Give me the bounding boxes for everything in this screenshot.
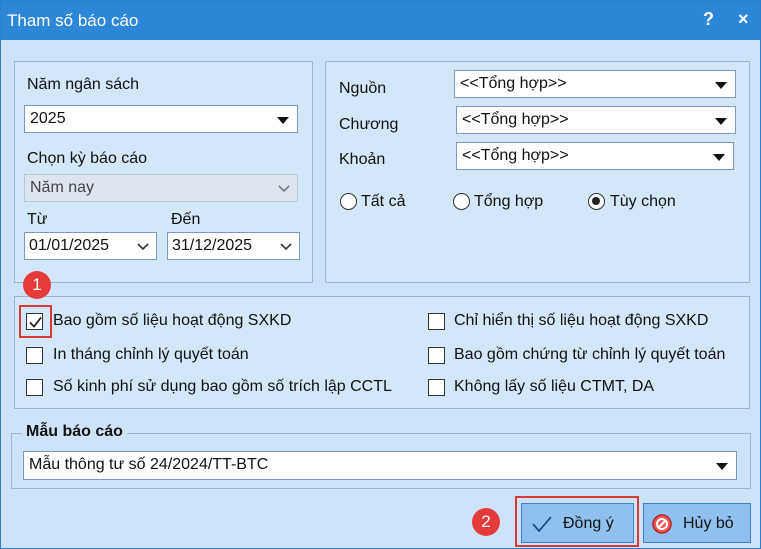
period-label: Chọn kỳ báo cáo (27, 150, 148, 167)
dropdown-caret-icon (277, 117, 289, 124)
report-parameters-dialog: Tham số báo cáo ? × Năm ngân sách 2025 C… (0, 0, 761, 549)
item-value: <<Tổng hợp>> (462, 147, 569, 164)
to-label: Đến (171, 211, 201, 228)
checkbox-adjustment-vouchers[interactable] (428, 347, 445, 364)
source-label: Nguồn (339, 80, 387, 97)
period-select[interactable]: Năm nay (24, 174, 298, 202)
option-label: Bao gồm chứng từ chỉnh lý quyết toán (454, 346, 726, 363)
radio-summary[interactable] (453, 193, 470, 210)
checkbox-exclude-ctmt[interactable] (428, 379, 445, 396)
source-value: <<Tổng hợp>> (460, 75, 567, 92)
highlight-box (19, 305, 52, 338)
option-label: Chỉ hiển thị số liệu hoạt động SXKD (454, 312, 709, 329)
close-icon[interactable]: × (738, 9, 749, 30)
from-date-input[interactable]: 01/01/2025 (24, 232, 157, 260)
step-badge: 1 (23, 271, 51, 299)
from-label: Từ (27, 211, 48, 228)
budget-year-value: 2025 (30, 110, 66, 127)
period-value: Năm nay (30, 179, 95, 196)
dropdown-caret-icon (715, 118, 727, 125)
option-label: Không lấy số liệu CTMT, DA (454, 378, 655, 395)
radio-all[interactable] (340, 193, 357, 210)
cancel-button[interactable]: Hủy bỏ (643, 503, 751, 543)
highlight-box (515, 496, 639, 547)
checkbox-adjustment-month[interactable] (26, 347, 43, 364)
chevron-down-icon[interactable] (136, 239, 150, 253)
checkbox-only-sxkd[interactable] (428, 313, 445, 330)
help-icon[interactable]: ? (703, 9, 714, 30)
dropdown-caret-icon (713, 154, 725, 161)
budget-year-select[interactable]: 2025 (24, 105, 298, 133)
item-label: Khoản (339, 151, 386, 168)
radio-all-label: Tất cả (361, 193, 406, 210)
step-badge: 2 (472, 508, 500, 536)
title-bar: Tham số báo cáo ? × (1, 1, 760, 40)
radio-custom-label: Tùy chọn (610, 193, 676, 210)
chapter-select[interactable]: <<Tổng hợp>> (456, 106, 736, 134)
cancel-icon (652, 514, 672, 534)
chevron-down-icon[interactable] (279, 239, 293, 253)
chapter-value: <<Tổng hợp>> (462, 111, 569, 128)
template-value: Mẫu thông tư số 24/2024/TT-BTC (29, 456, 269, 473)
option-label: Số kinh phí sử dụng bao gồm số trích lập… (53, 378, 392, 395)
source-select[interactable]: <<Tổng hợp>> (454, 70, 736, 98)
option-label: In tháng chỉnh lý quyết toán (53, 346, 249, 363)
budget-year-label: Năm ngân sách (27, 76, 140, 93)
dialog-title: Tham số báo cáo (7, 11, 139, 30)
radio-custom[interactable] (588, 193, 605, 210)
radio-summary-label: Tổng hợp (474, 193, 544, 210)
template-select[interactable]: Mẫu thông tư số 24/2024/TT-BTC (23, 451, 737, 480)
to-date-input[interactable]: 31/12/2025 (167, 232, 300, 260)
cancel-button-label: Hủy bỏ (683, 515, 734, 532)
from-date-value: 01/01/2025 (29, 237, 110, 254)
option-label: Bao gồm số liệu hoạt động SXKD (53, 312, 292, 329)
dropdown-caret-icon (715, 82, 727, 89)
to-date-value: 31/12/2025 (172, 237, 253, 254)
chevron-down-icon (278, 185, 290, 193)
item-select[interactable]: <<Tổng hợp>> (456, 142, 734, 170)
chapter-label: Chương (339, 116, 399, 133)
template-legend: Mẫu báo cáo (22, 423, 127, 441)
checkbox-cctl[interactable] (26, 379, 43, 396)
dropdown-caret-icon (716, 463, 728, 470)
